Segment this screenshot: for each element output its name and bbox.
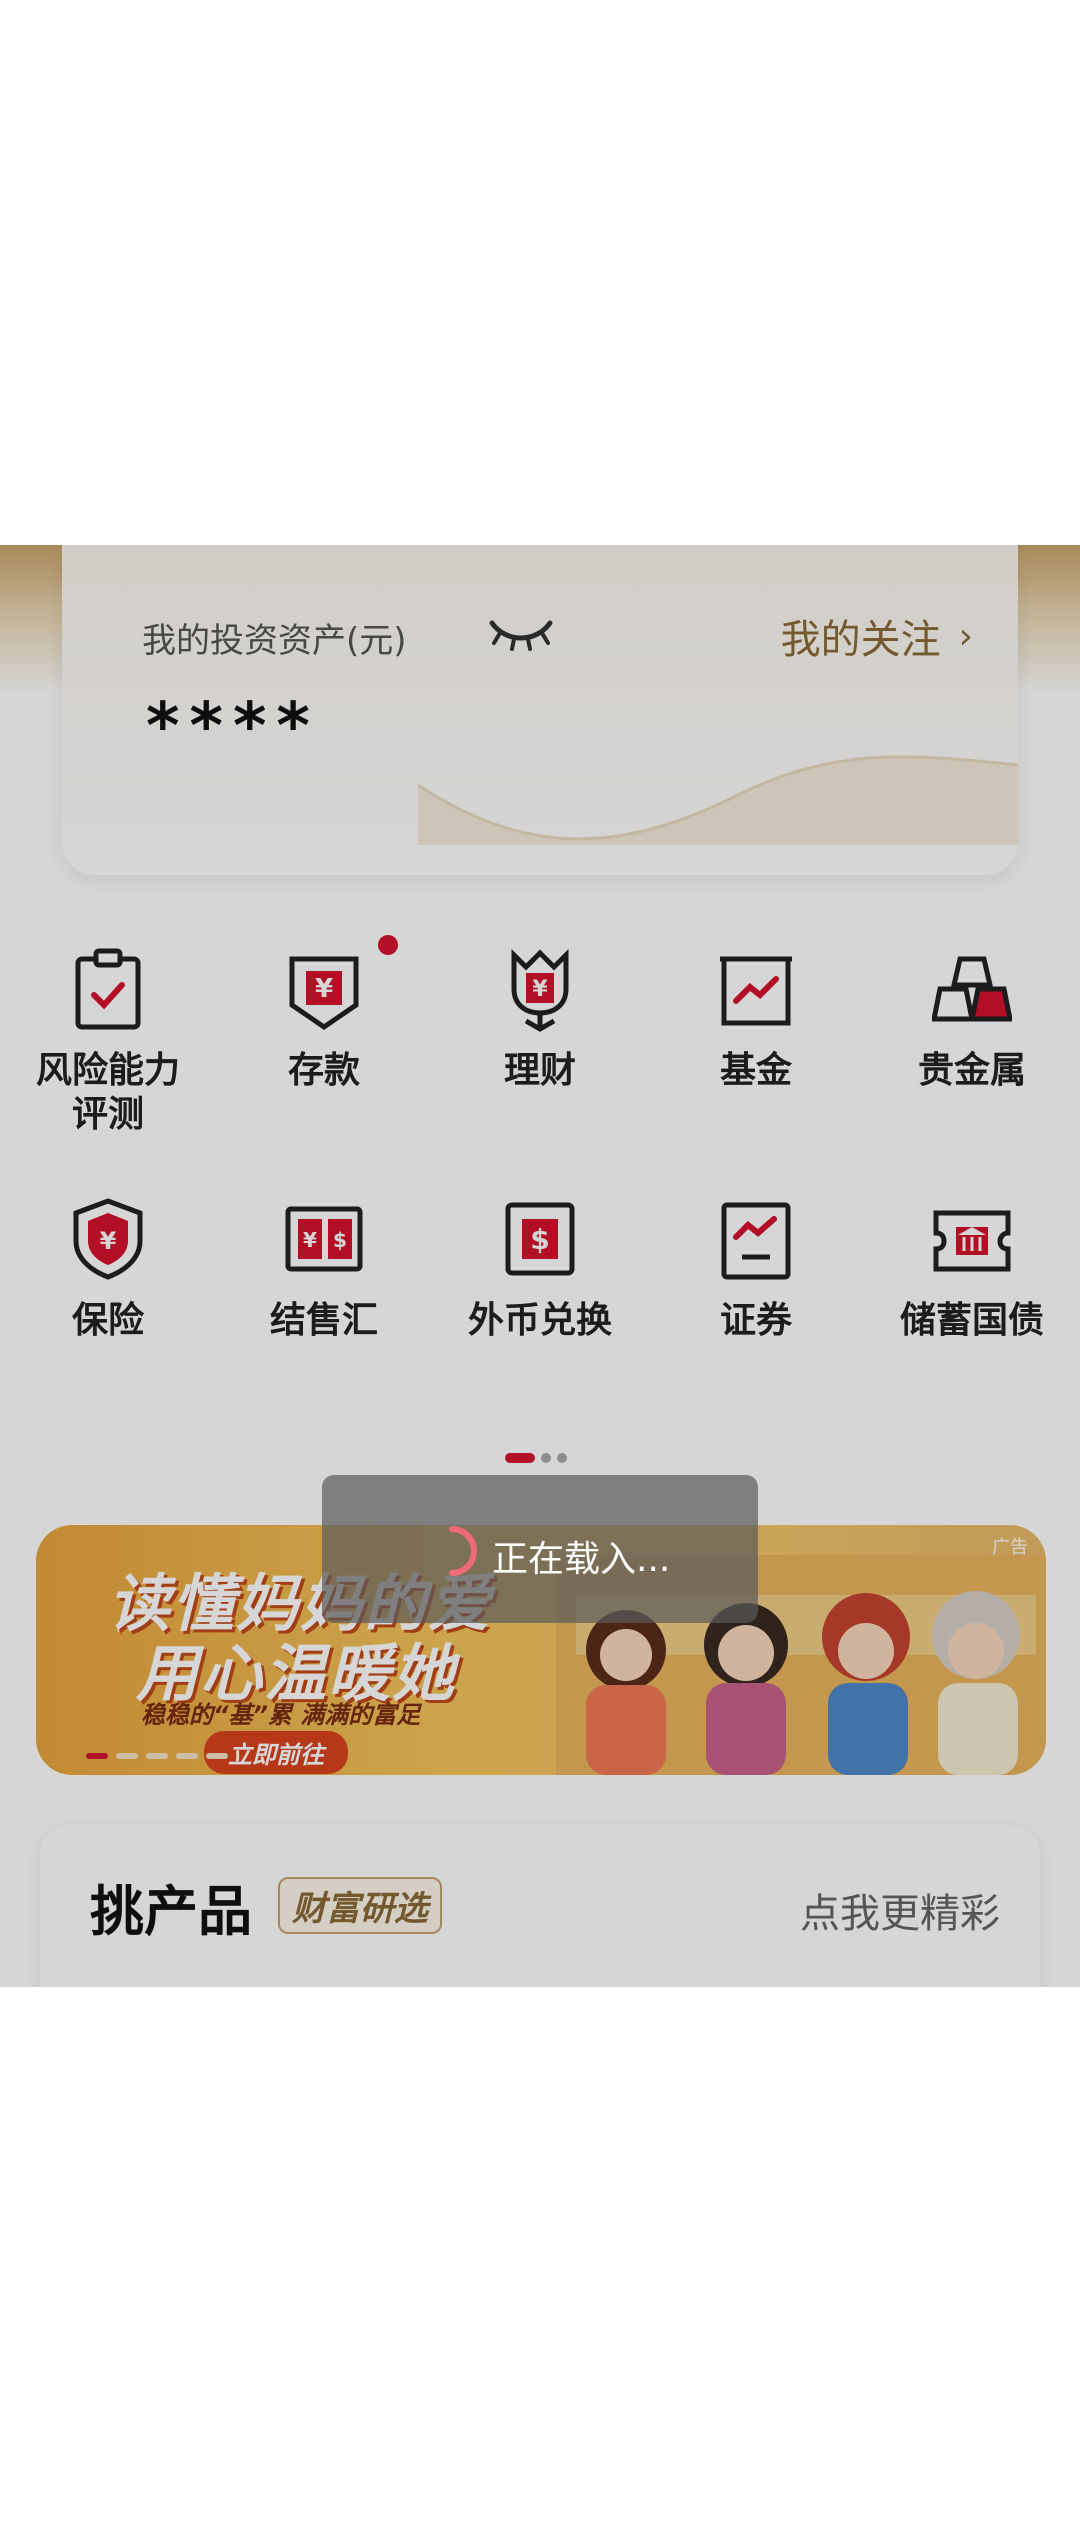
loading-toast: 正在载入...: [322, 1475, 758, 1623]
loading-overlay: [0, 545, 1080, 1987]
spinner-icon: [449, 1526, 477, 1576]
app-screen: 我的投资资产(元) **** 我的关注 › 风险能力 评测 ¥ 存款 ¥ 理财 …: [0, 545, 1080, 1987]
loading-text: 正在载入...: [492, 1539, 671, 1580]
